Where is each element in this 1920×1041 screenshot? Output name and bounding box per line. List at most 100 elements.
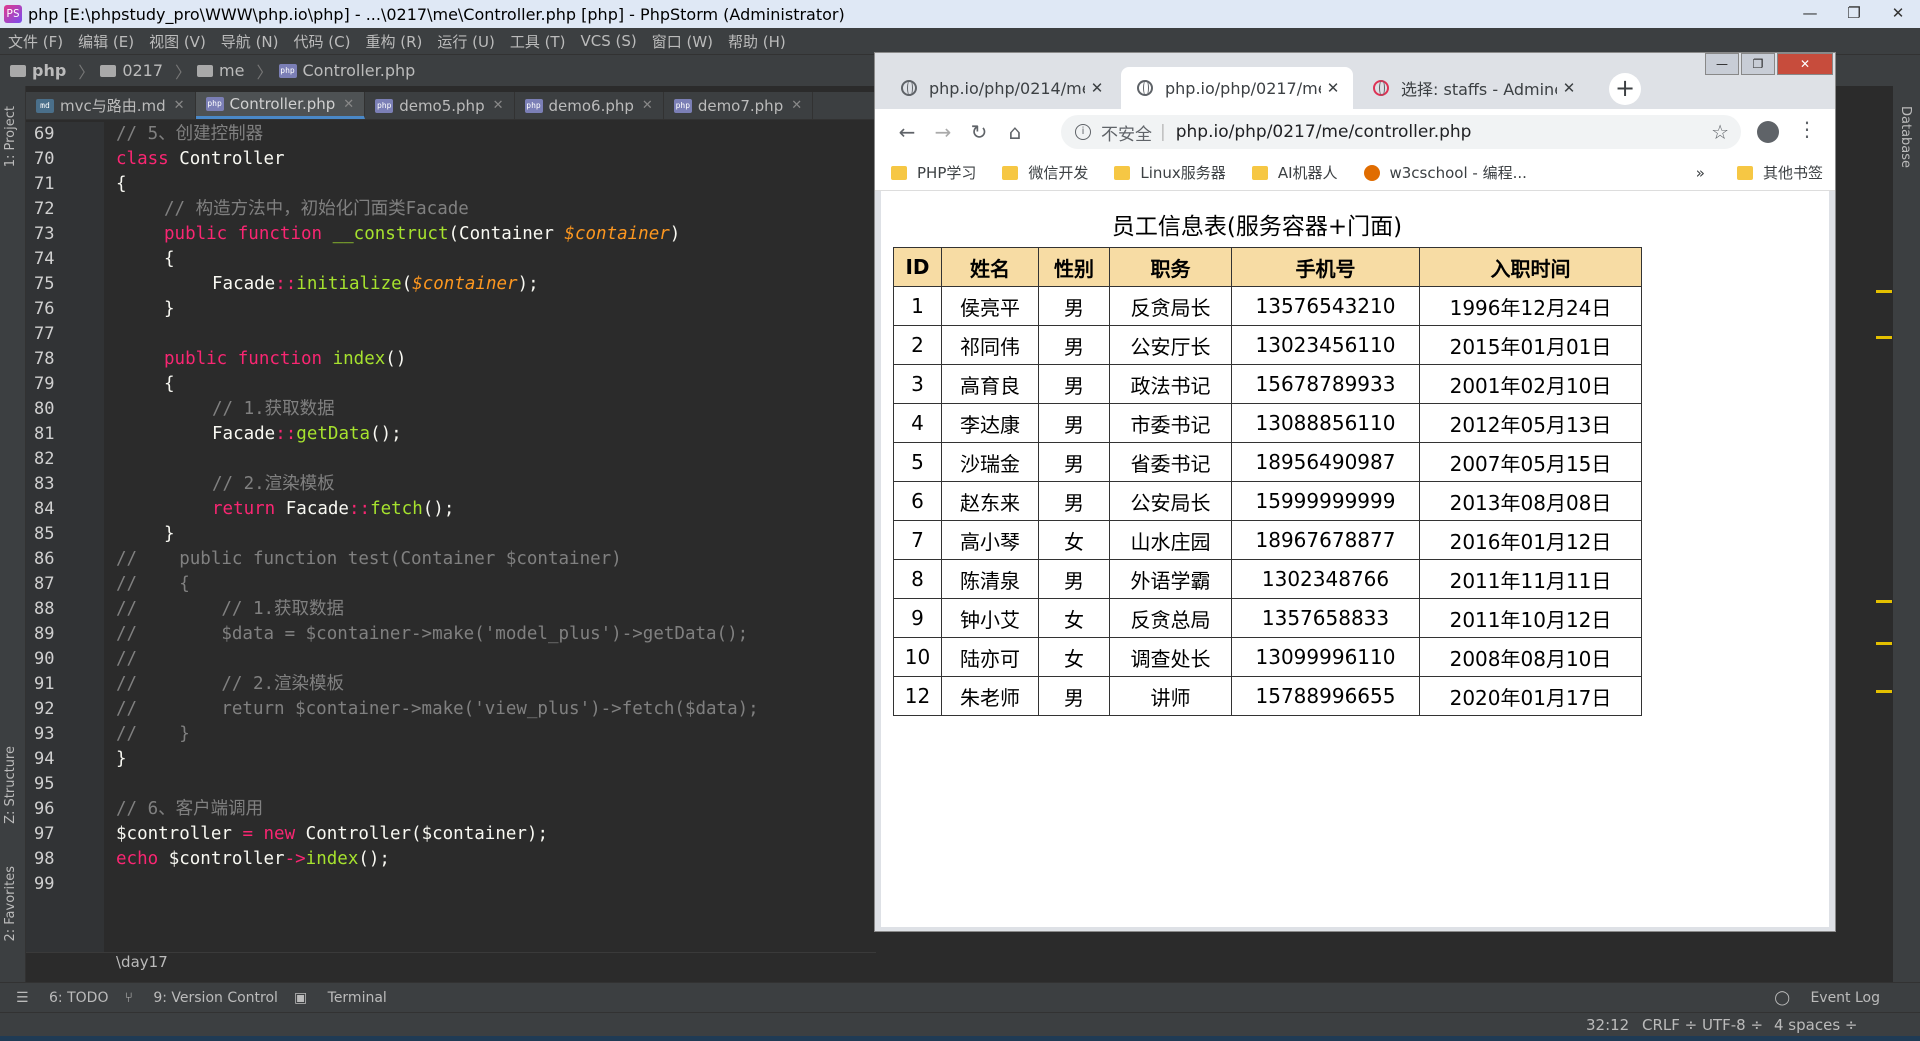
maximize-button[interactable]: ❐ xyxy=(1832,0,1876,26)
bookmark-wechat[interactable]: 微信开发 xyxy=(1002,162,1088,183)
menu-tools[interactable]: 工具 (T) xyxy=(510,31,566,52)
bookmark-star-icon[interactable]: ☆ xyxy=(1711,120,1729,144)
table-cell: 2012年05月13日 xyxy=(1419,403,1642,443)
project-tool-tab[interactable]: 1: Project xyxy=(3,106,18,167)
header-phone: 手机号 xyxy=(1231,247,1420,287)
table-cell: 13576543210 xyxy=(1231,286,1420,326)
browser-menu-icon[interactable]: ⋮ xyxy=(1797,117,1817,141)
menu-navigate[interactable]: 导航 (N) xyxy=(221,31,279,52)
code-line-86: // public function test(Container $conta… xyxy=(116,549,622,569)
line-number: 73 xyxy=(34,224,55,244)
menu-edit[interactable]: 编辑 (E) xyxy=(78,31,134,52)
bookmark-php[interactable]: PHP学习 xyxy=(891,162,976,183)
other-bookmarks[interactable]: 其他书签 xyxy=(1736,162,1823,183)
separator: | xyxy=(1160,122,1166,142)
profile-avatar-icon[interactable] xyxy=(1757,121,1779,143)
close-icon[interactable]: ✕ xyxy=(493,98,504,113)
bookmark-linux[interactable]: Linux服务器 xyxy=(1114,162,1226,183)
event-log-button[interactable]: ◯ Event Log xyxy=(1774,990,1880,1006)
code-line-70: class Controller xyxy=(116,149,285,169)
editor-tab-demo7[interactable]: php demo7.php ✕ xyxy=(664,92,814,119)
close-icon[interactable]: ✕ xyxy=(791,98,802,113)
nav-folder-0217[interactable]: 0217 xyxy=(100,61,163,80)
home-button[interactable]: ⌂ xyxy=(997,120,1033,144)
line-separator[interactable]: CRLF ÷ xyxy=(1642,1016,1697,1034)
minimize-button[interactable]: — xyxy=(1788,0,1832,26)
menu-view[interactable]: 视图 (V) xyxy=(149,31,206,52)
code-line-79: { xyxy=(164,374,175,394)
close-icon[interactable]: ✕ xyxy=(1557,79,1581,97)
menu-code[interactable]: 代码 (C) xyxy=(294,31,351,52)
menu-window[interactable]: 窗口 (W) xyxy=(652,31,713,52)
warning-marker[interactable] xyxy=(1876,690,1892,693)
warning-marker[interactable] xyxy=(1876,290,1892,293)
bookmark-w3cschool[interactable]: w3cschool - 编程... xyxy=(1363,162,1527,183)
browser-tab-0217[interactable]: php.io/php/0217/me/ ✕ xyxy=(1121,67,1353,109)
table-cell: 高育良 xyxy=(941,364,1039,404)
menu-vcs[interactable]: VCS (S) xyxy=(580,32,636,50)
table-cell: 调查处长 xyxy=(1109,637,1232,677)
url-text[interactable]: php.io/php/0217/me/controller.php xyxy=(1176,122,1472,142)
editor-tab-demo6[interactable]: php demo6.php ✕ xyxy=(515,92,664,119)
menu-run[interactable]: 运行 (U) xyxy=(437,31,494,52)
terminal-tool-button[interactable]: ▣ Terminal xyxy=(294,990,387,1006)
table-cell: 陈清泉 xyxy=(941,559,1039,599)
code-editor[interactable]: // 5、创建控制器 class Controller { // 构造方法中，初… xyxy=(104,122,876,952)
more-bookmarks-button[interactable]: » xyxy=(1696,164,1705,182)
menu-refactor[interactable]: 重构 (R) xyxy=(365,31,422,52)
editor-tab-mvc-md[interactable]: md mvc与路由.md ✕ xyxy=(26,92,196,119)
code-breadcrumb[interactable]: \day17 xyxy=(26,952,876,974)
table-header-row: ID 姓名 性别 职务 手机号 入职时间 xyxy=(893,247,1642,287)
editor-tab-controller[interactable]: php Controller.php ✕ xyxy=(195,92,366,119)
nav-folder-me[interactable]: me xyxy=(197,61,244,80)
line-number: 80 xyxy=(34,399,55,419)
line-number-gutter: 69 70 71 72 73 74 75 76 77 78 79 80 81 82 83 84 85 86 87 88… xyxy=(26,122,104,952)
browser-maximize-button[interactable]: ❐ xyxy=(1741,53,1775,75)
close-icon[interactable]: ✕ xyxy=(1085,79,1109,97)
indent-setting[interactable]: 4 spaces ÷ xyxy=(1774,1016,1857,1034)
table-cell: 反贪局长 xyxy=(1109,286,1232,326)
close-icon[interactable]: ✕ xyxy=(642,98,653,113)
line-number: 81 xyxy=(34,424,55,444)
close-icon[interactable]: ✕ xyxy=(1321,79,1345,97)
table-row: 12 朱老师男讲师 15788996655 2020年01月17日 xyxy=(893,676,1642,716)
forward-button[interactable]: → xyxy=(925,120,961,144)
table-cell: 9 xyxy=(893,598,942,638)
close-icon[interactable]: ✕ xyxy=(343,97,354,112)
close-icon[interactable]: ✕ xyxy=(174,98,185,113)
warning-marker[interactable] xyxy=(1876,642,1892,645)
new-tab-button[interactable]: + xyxy=(1609,73,1641,105)
nav-project[interactable]: php xyxy=(10,61,66,80)
structure-tool-tab[interactable]: Z: Structure xyxy=(3,746,18,824)
table-row: 9 钟小艾女反贪总局 1357658833 2011年10月12日 xyxy=(893,598,1642,638)
table-cell: 2001年02月10日 xyxy=(1419,364,1642,404)
nav-file[interactable]: php Controller.php xyxy=(278,61,415,80)
browser-minimize-button[interactable]: — xyxy=(1705,53,1739,75)
file-encoding[interactable]: UTF-8 ÷ xyxy=(1702,1016,1763,1034)
menu-help[interactable]: 帮助 (H) xyxy=(728,31,786,52)
bookmark-ai[interactable]: AI机器人 xyxy=(1251,162,1338,183)
header-hire-date: 入职时间 xyxy=(1419,247,1642,287)
menu-file[interactable]: 文件 (F) xyxy=(8,31,63,52)
todo-tool-button[interactable]: ☰ 6: TODO xyxy=(16,990,108,1006)
version-control-tool-button[interactable]: ⑂ 9: Version Control xyxy=(124,990,277,1006)
warning-marker[interactable] xyxy=(1876,336,1892,339)
browser-tab-adminer[interactable]: 选择: staffs - Adminer ✕ xyxy=(1357,67,1589,109)
database-tool-tab[interactable]: Database xyxy=(1898,106,1913,168)
address-bar[interactable]: i 不安全 | php.io/php/0217/me/controller.ph… xyxy=(1061,115,1741,149)
code-line-81: Facade::getData(); xyxy=(212,424,402,444)
warning-marker[interactable] xyxy=(1876,600,1892,603)
table-cell: 沙瑞金 xyxy=(941,442,1039,482)
favorites-tool-tab[interactable]: 2: Favorites xyxy=(3,866,18,942)
back-button[interactable]: ← xyxy=(889,120,925,144)
table-cell: 2 xyxy=(893,325,942,365)
cursor-position[interactable]: 32:12 xyxy=(1586,1016,1629,1034)
browser-close-button[interactable]: ✕ xyxy=(1777,53,1833,75)
line-number: 84 xyxy=(34,499,55,519)
reload-button[interactable]: ↻ xyxy=(961,120,997,144)
globe-icon xyxy=(1137,80,1153,96)
info-icon[interactable]: i xyxy=(1075,124,1091,140)
browser-tab-0214[interactable]: php.io/php/0214/me/ ✕ xyxy=(885,67,1117,109)
editor-tab-demo5[interactable]: php demo5.php ✕ xyxy=(365,92,515,119)
close-button[interactable]: ✕ xyxy=(1876,0,1920,26)
